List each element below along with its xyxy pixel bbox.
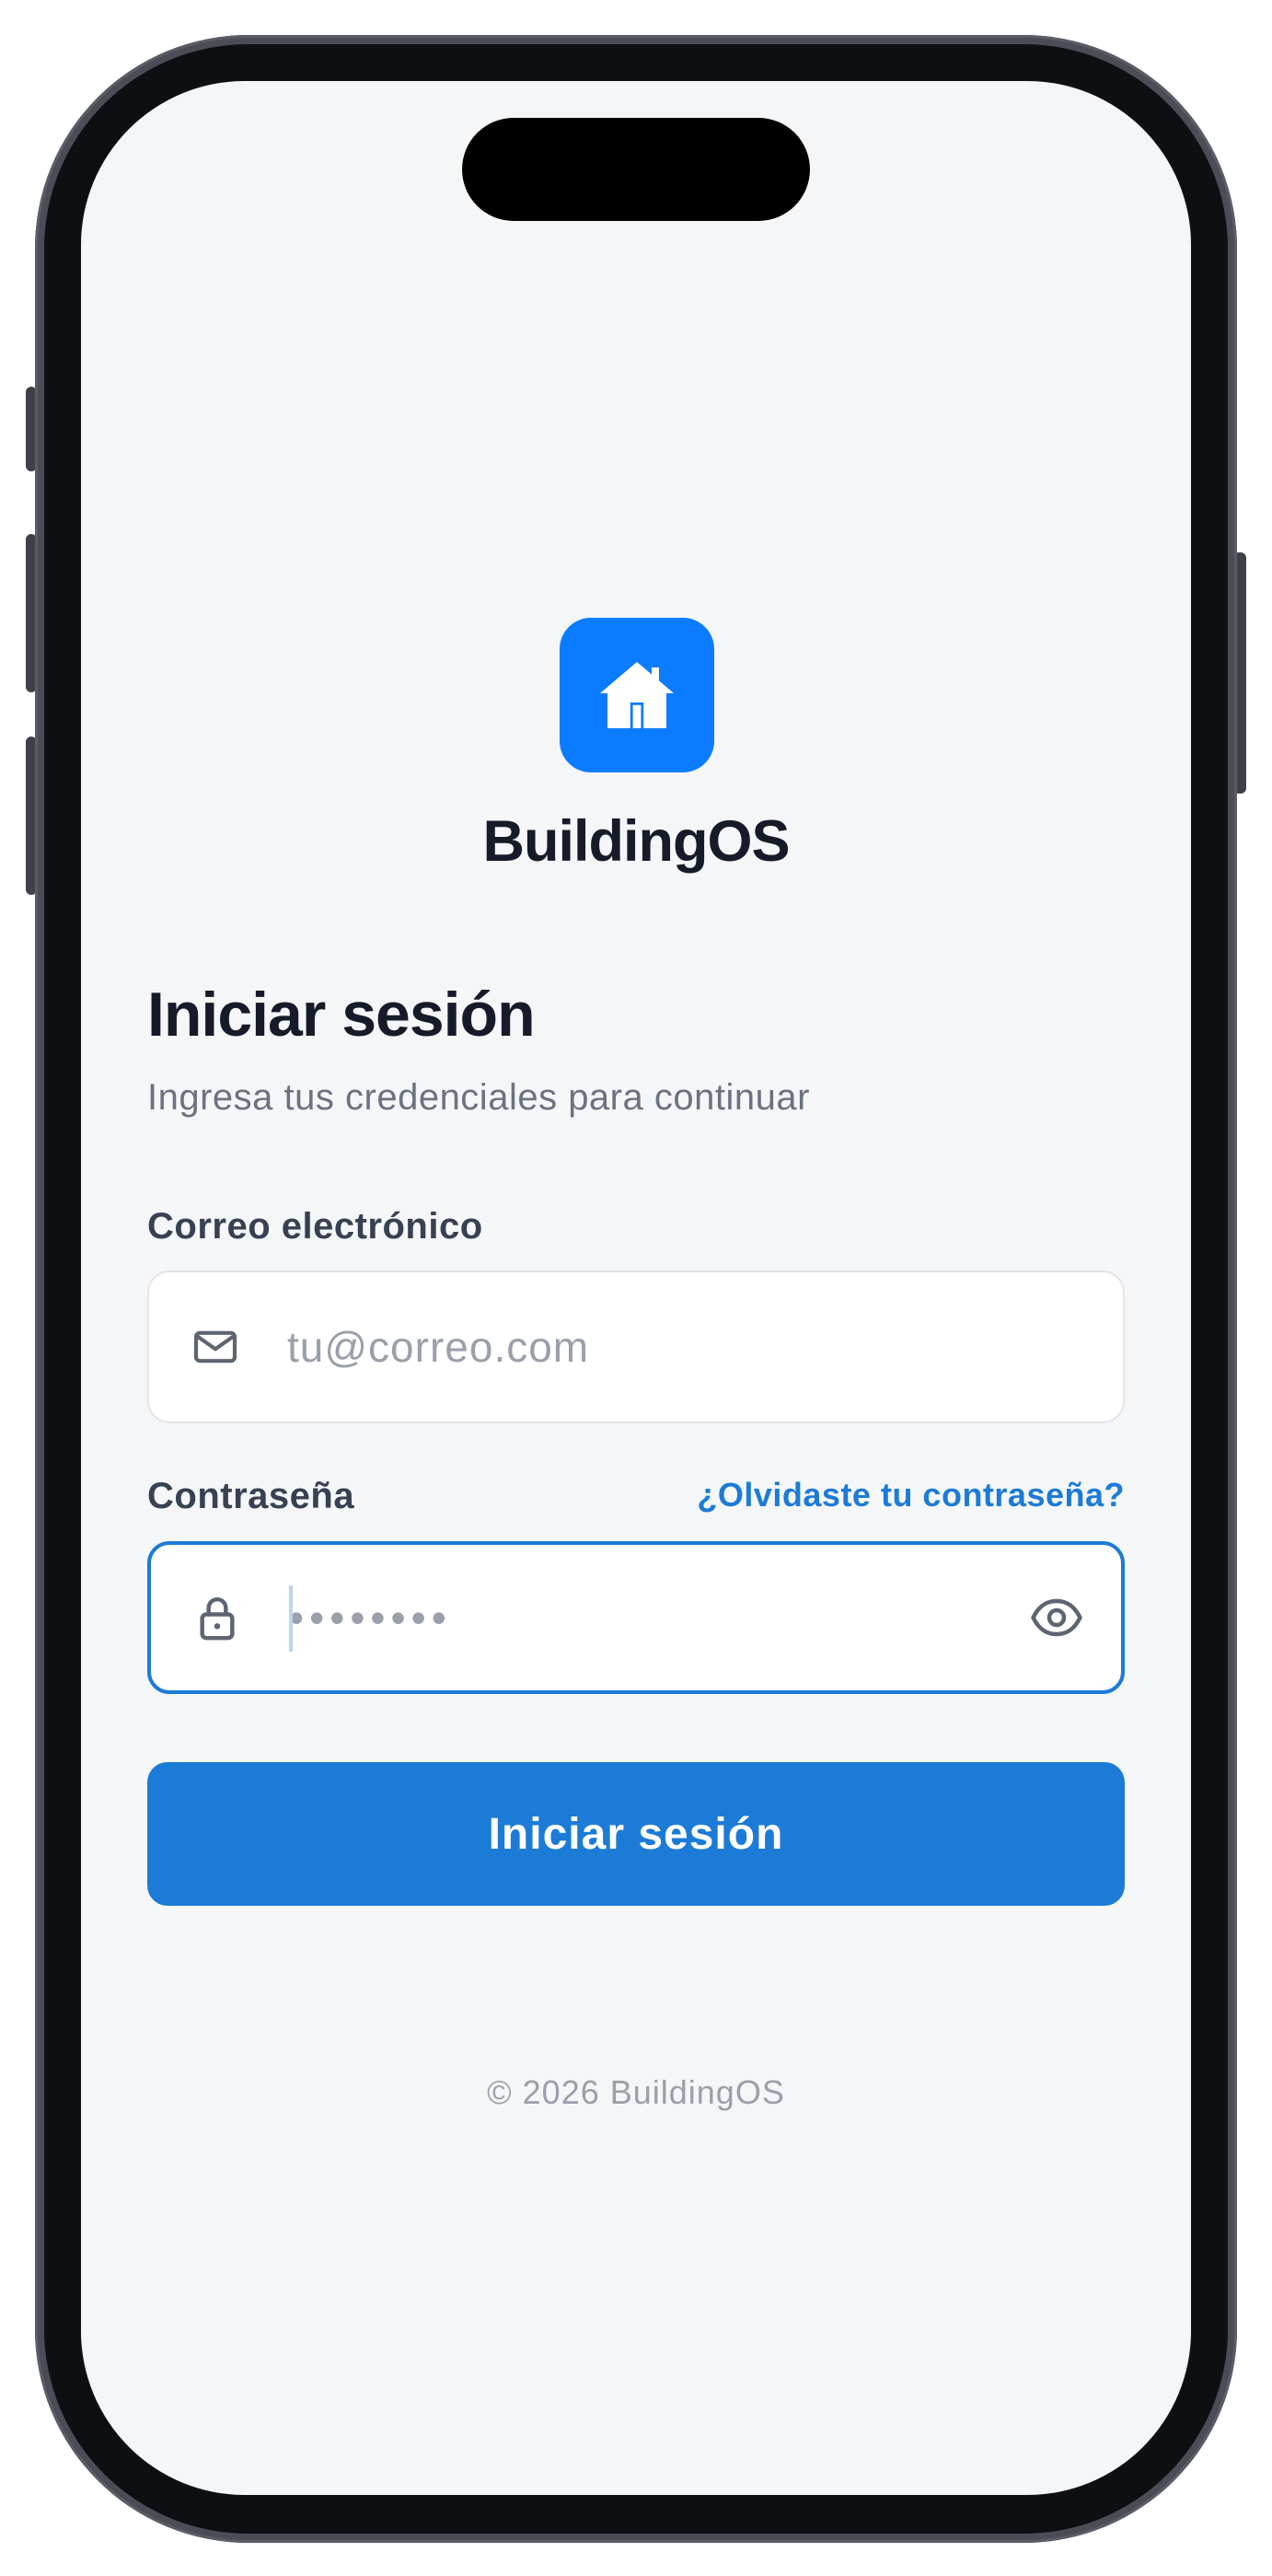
forgot-password-link[interactable]: ¿Olvidaste tu contraseña? [697,1476,1125,1514]
email-input[interactable] [287,1272,987,1421]
mail-icon [193,1330,237,1363]
password-label: Contraseña [147,1476,355,1516]
page-subtitle: Ingresa tus credenciales para continuar [147,1077,810,1118]
eye-icon[interactable] [1029,1590,1084,1645]
email-field-container[interactable] [147,1271,1125,1423]
copyright-text: © 2026 BuildingOS [487,2073,785,2111]
brand-name: BuildingOS [482,809,791,874]
login-button[interactable]: Iniciar sesión [147,1762,1125,1906]
device-stage: BuildingOS Iniciar sesión Ingresa tus cr… [0,0,1272,2576]
house-icon [600,662,674,728]
text-cursor [289,1585,293,1652]
email-label: Correo electrónico [147,1206,483,1247]
lock-icon [200,1596,235,1641]
page-title: Iniciar sesión [147,980,536,1050]
app-logo [560,618,714,772]
login-screen: BuildingOS Iniciar sesión Ingresa tus cr… [81,81,1191,2495]
dynamic-island [462,118,810,221]
password-input[interactable] [289,1545,989,1690]
password-field-container[interactable] [147,1541,1125,1694]
